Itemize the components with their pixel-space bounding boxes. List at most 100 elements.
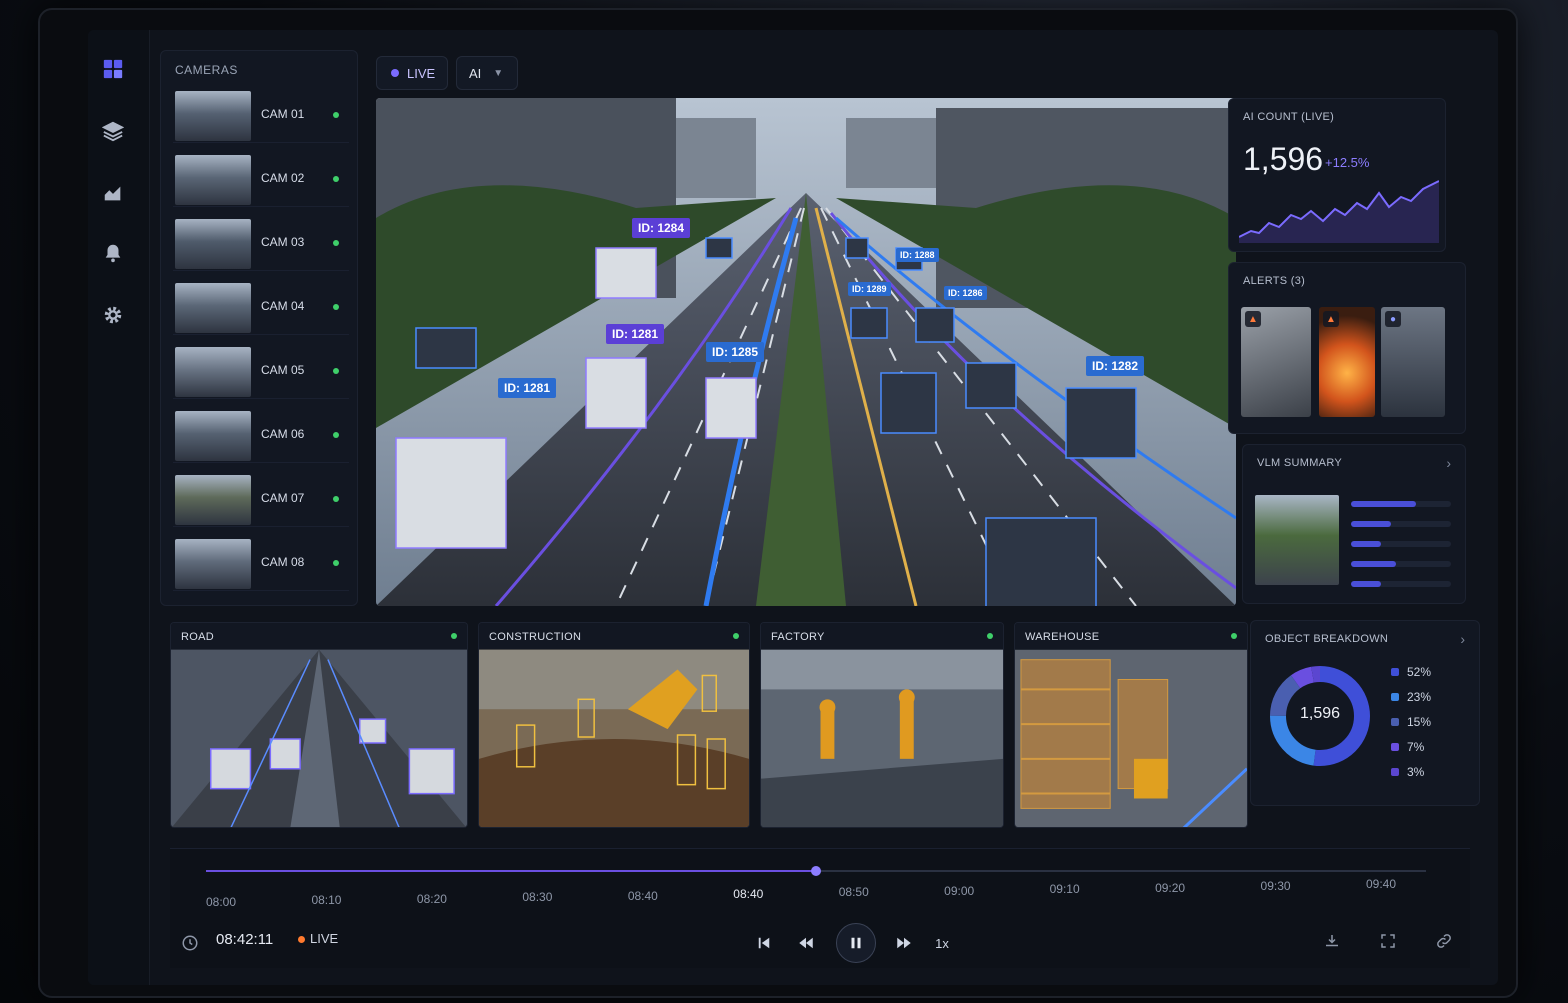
legend-swatch: [1391, 743, 1399, 751]
camera-item[interactable]: CAM 01: [173, 89, 349, 143]
feed-factory-title: FACTORY: [771, 631, 825, 643]
legend-item: 23%: [1391, 690, 1431, 704]
feed-factory[interactable]: FACTORY: [760, 622, 1004, 828]
status-dot: [333, 496, 339, 502]
summary-bar-fill: [1351, 581, 1381, 587]
status-dot: [333, 368, 339, 374]
fire-icon: ▲: [1323, 311, 1339, 327]
analytics-icon[interactable]: [100, 180, 126, 206]
current-time: 08:42:11: [216, 931, 274, 948]
alerts-title: ALERTS (3): [1243, 275, 1306, 287]
object-breakdown-panel: OBJECT BREAKDOWN › 1,596 52% 23% 15% 7% 3%: [1250, 620, 1480, 806]
camera-item[interactable]: CAM 06: [173, 409, 349, 463]
object-id-tag[interactable]: ID: 1282: [1086, 356, 1145, 376]
summary-bar-fill: [1351, 521, 1391, 527]
chevron-right-icon[interactable]: ›: [1446, 455, 1451, 471]
ai-count-delta: +12.5%: [1325, 155, 1370, 170]
camera-label: CAM 03: [261, 235, 305, 249]
object-id-tag[interactable]: ID: 1288: [896, 248, 939, 262]
status-dot: [451, 633, 457, 639]
summary-bar: [1351, 521, 1451, 527]
object-id-tag[interactable]: ID: 1284: [632, 218, 691, 238]
camera-thumbnail: [175, 347, 251, 397]
vlm-thumbnail[interactable]: [1255, 495, 1339, 585]
camera-list-title: CAMERAS: [175, 63, 238, 77]
dashboard-screen: CAMERAS CAM 01 CAM 02 CAM 03 CAM 04 CAM 05 CA…: [88, 30, 1498, 985]
feed-road-image: [171, 649, 467, 827]
speed-button[interactable]: 1x: [928, 929, 956, 957]
feed-construction[interactable]: CONSTRUCTION: [478, 622, 750, 828]
status-dot: [1231, 633, 1237, 639]
pause-button[interactable]: [836, 923, 876, 963]
feed-factory-image: [761, 649, 1003, 827]
legend-item: 3%: [1391, 765, 1424, 779]
camera-label: CAM 06: [261, 427, 305, 441]
link-icon[interactable]: [1432, 929, 1456, 953]
road-scene: [376, 98, 1236, 606]
feed-warehouse[interactable]: WAREHOUSE: [1014, 622, 1248, 828]
chevron-right-icon[interactable]: ›: [1460, 631, 1465, 647]
feed-warehouse-title: WAREHOUSE: [1025, 631, 1100, 643]
timeline-tick: 08:20: [416, 891, 447, 906]
object-id-tag[interactable]: ID: 1285: [706, 342, 765, 362]
download-icon[interactable]: [1320, 929, 1344, 953]
timeline-tick: 08:40: [733, 887, 764, 901]
main-video-feed[interactable]: ID: 1284 ID: 1281 ID: 1281 ID: 1285 ID: 1288…: [376, 98, 1236, 606]
rewind-button[interactable]: [792, 929, 820, 957]
camera-label: CAM 01: [261, 107, 305, 121]
ai-count-title: AI COUNT (LIVE): [1243, 111, 1335, 123]
camera-thumbnail: [175, 283, 251, 333]
timeline-playhead: [811, 866, 821, 876]
object-id-tag[interactable]: ID: 1281: [606, 324, 665, 344]
timeline-track[interactable]: [206, 861, 1426, 881]
dashboard-icon[interactable]: [100, 56, 126, 82]
camera-list: CAMERAS CAM 01 CAM 02 CAM 03 CAM 04 CAM 05 CA…: [160, 50, 358, 606]
alert-crowd[interactable]: ●: [1381, 307, 1445, 417]
camera-item[interactable]: CAM 07: [173, 473, 349, 527]
object-id-tag[interactable]: ID: 1289: [848, 282, 891, 296]
camera-thumbnail: [175, 475, 251, 525]
camera-item[interactable]: CAM 05: [173, 345, 349, 399]
live-label: LIVE: [407, 65, 436, 81]
summary-bar: [1351, 541, 1451, 547]
legend-swatch: [1391, 718, 1399, 726]
camera-item[interactable]: CAM 08: [173, 537, 349, 591]
gear-icon[interactable]: [100, 302, 126, 328]
legend-swatch: [1391, 693, 1399, 701]
vlm-title: VLM SUMMARY: [1257, 457, 1342, 469]
fullscreen-icon[interactable]: [1376, 929, 1400, 953]
timeline-tick: 08:50: [838, 885, 869, 900]
feed-road[interactable]: ROAD: [170, 622, 468, 828]
layers-icon[interactable]: [100, 118, 126, 144]
timeline-tick: 09:20: [1155, 880, 1186, 895]
alert-fire[interactable]: ▲: [1319, 307, 1375, 417]
timeline-tick: 09:30: [1260, 879, 1291, 893]
camera-item[interactable]: CAM 02: [173, 153, 349, 207]
camera-item[interactable]: CAM 04: [173, 281, 349, 335]
object-id-tag[interactable]: ID: 1286: [944, 286, 987, 300]
summary-bar: [1351, 561, 1451, 567]
camera-thumbnail: [175, 411, 251, 461]
status-dot: [987, 633, 993, 639]
object-id-tag[interactable]: ID: 1281: [498, 378, 557, 398]
status-dot: [333, 112, 339, 118]
ai-count-panel: AI COUNT (LIVE) 1,596 +12.5%: [1228, 98, 1446, 252]
mode-value: AI: [469, 65, 482, 81]
status-dot: [733, 633, 739, 639]
skip-back-button[interactable]: [750, 929, 778, 957]
fast-forward-button[interactable]: [890, 929, 918, 957]
live-dot: [391, 69, 399, 77]
timeline-tick: 08:30: [522, 890, 553, 905]
live-dot: [298, 936, 305, 943]
legend-swatch: [1391, 768, 1399, 776]
timeline-tick: 09:40: [1366, 877, 1397, 892]
alert-vehicle-crash[interactable]: ▲: [1241, 307, 1311, 417]
legend-item: 15%: [1391, 715, 1431, 729]
bell-icon[interactable]: [100, 240, 126, 266]
mode-select[interactable]: AI ▼: [456, 56, 518, 90]
legend-label: 15%: [1407, 715, 1432, 729]
camera-item[interactable]: CAM 03: [173, 217, 349, 271]
camera-label: CAM 02: [261, 171, 305, 185]
live-toggle[interactable]: LIVE: [376, 56, 448, 90]
camera-thumbnail: [175, 155, 251, 205]
